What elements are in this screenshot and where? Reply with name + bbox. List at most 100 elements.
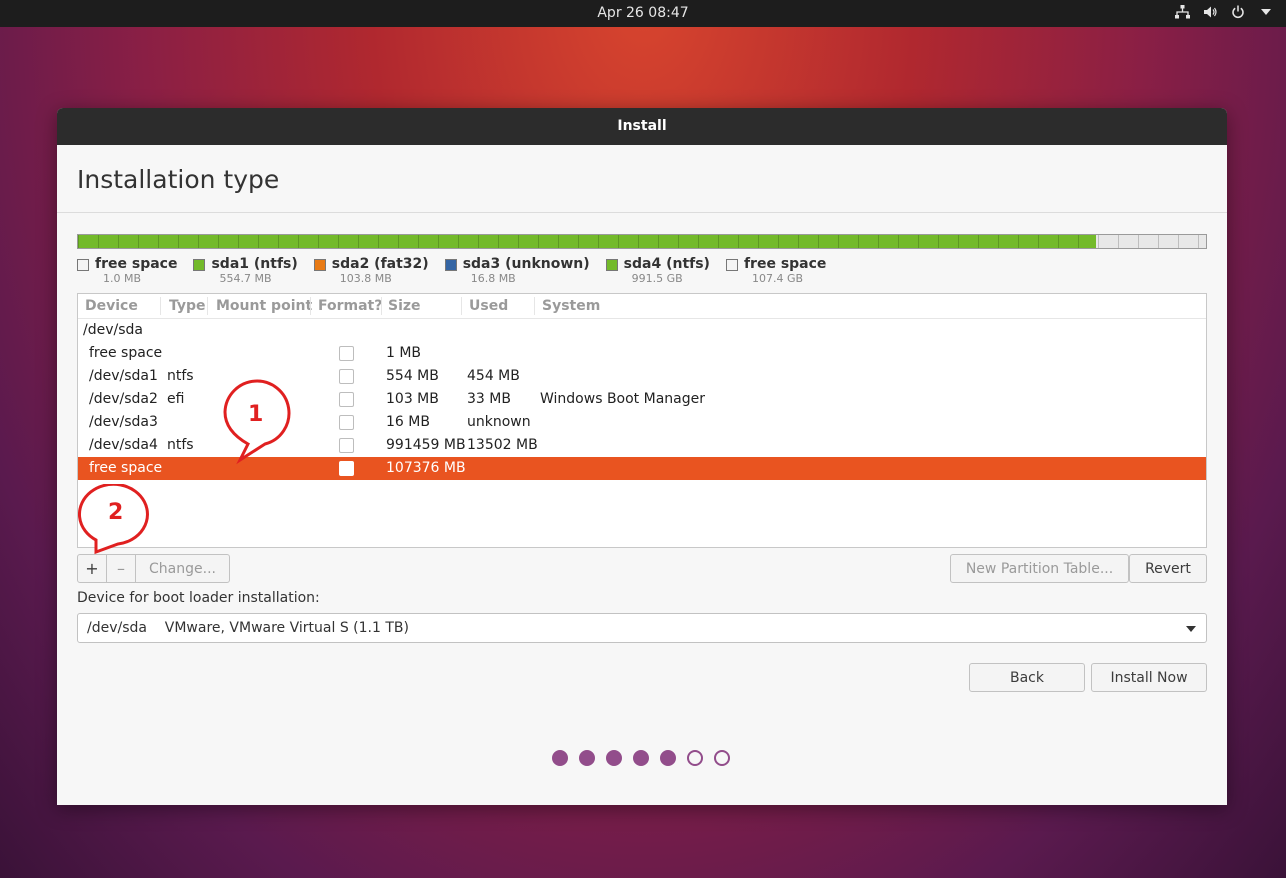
cell-device: free space — [89, 460, 163, 476]
back-button[interactable]: Back — [969, 663, 1085, 692]
system-tray[interactable] — [1174, 4, 1274, 20]
change-partition-button[interactable]: Change... — [135, 554, 230, 583]
cell-type: efi — [167, 391, 185, 407]
cell-system: Windows Boot Manager — [540, 391, 705, 407]
progress-dot — [579, 750, 595, 766]
cell-used: 13502 MB — [467, 437, 538, 453]
cell-type: ntfs — [167, 368, 194, 384]
legend-size: 1.0 MB — [103, 272, 142, 285]
dropdown-arrow-icon — [1186, 626, 1196, 632]
window-title: Install — [57, 108, 1227, 145]
column-separator — [160, 297, 161, 315]
legend-swatch — [313, 259, 326, 271]
legend-size: 107.4 GB — [751, 272, 804, 285]
bootloader-device-select[interactable]: /dev/sda VMware, VMware Virtual S (1.1 T… — [77, 613, 1207, 643]
revert-button[interactable]: Revert — [1129, 554, 1207, 583]
cell-type: ntfs — [167, 437, 194, 453]
cell-used: 33 MB — [467, 391, 511, 407]
cell-device: /dev/sda3 — [89, 414, 158, 430]
legend-swatch — [444, 259, 457, 271]
cell-device: /dev/sda1 — [89, 368, 158, 384]
progress-dot — [633, 750, 649, 766]
legend-item: free space 1.0 MB — [77, 256, 177, 285]
col-device[interactable]: Device — [85, 298, 138, 314]
header: Installation type — [57, 145, 1227, 213]
remove-partition-button[interactable]: – — [106, 554, 136, 583]
volume-icon[interactable] — [1202, 4, 1218, 20]
legend-item: sda4 (ntfs) 991.5 GB — [605, 256, 710, 285]
legend-item: free space 107.4 GB — [725, 256, 827, 285]
cell-size: 103 MB — [386, 391, 439, 407]
group-device: /dev/sda — [83, 322, 143, 338]
annotation-number: 1 — [248, 402, 264, 427]
table-row[interactable]: free space 1 MB — [78, 342, 1206, 365]
disk-usage-bar — [77, 234, 1207, 249]
column-separator — [534, 297, 535, 315]
top-bar: Apr 26 08:47 — [0, 0, 1286, 27]
format-checkbox[interactable] — [339, 415, 354, 430]
bootloader-label: Device for boot loader installation: — [77, 590, 320, 606]
legend-size: 16.8 MB — [470, 272, 516, 285]
cell-used: 454 MB — [467, 368, 520, 384]
format-checkbox[interactable] — [339, 392, 354, 407]
cell-size: 554 MB — [386, 368, 439, 384]
format-checkbox[interactable] — [339, 438, 354, 453]
page-title: Installation type — [77, 165, 280, 194]
cell-device: free space — [89, 345, 163, 361]
progress-dot — [687, 750, 703, 766]
format-checkbox[interactable] — [339, 369, 354, 384]
progress-dots — [552, 750, 730, 766]
legend-size: 991.5 GB — [631, 272, 683, 285]
network-icon[interactable] — [1174, 4, 1190, 20]
col-system[interactable]: System — [542, 298, 600, 314]
cell-size: 16 MB — [386, 414, 430, 430]
legend-swatch — [605, 259, 618, 271]
cell-size: 1 MB — [386, 345, 422, 361]
legend-size: 103.8 MB — [339, 272, 392, 285]
legend-name: free space — [743, 256, 827, 272]
cell-size: 991459 MB — [386, 437, 466, 453]
legend-name: free space — [95, 256, 178, 272]
column-separator — [310, 297, 311, 315]
progress-dot — [660, 750, 676, 766]
cell-used: unknown — [467, 414, 531, 430]
progress-dot — [606, 750, 622, 766]
legend-size: 554.7 MB — [219, 272, 272, 285]
column-separator — [207, 297, 208, 315]
progress-dot — [552, 750, 568, 766]
format-checkbox[interactable] — [339, 461, 354, 476]
disk-bar-segment — [1096, 235, 1206, 248]
legend-name: sda3 (unknown) — [462, 256, 590, 272]
legend-name: sda2 (fat32) — [331, 256, 429, 272]
progress-dot — [714, 750, 730, 766]
col-mount-point[interactable]: Mount point — [216, 298, 312, 314]
legend-item: sda1 (ntfs) 554.7 MB — [193, 256, 298, 285]
column-separator — [381, 297, 382, 315]
legend-item: sda3 (unknown) 16.8 MB — [444, 256, 590, 285]
chevron-down-icon[interactable] — [1258, 4, 1274, 20]
power-icon[interactable] — [1230, 4, 1246, 20]
new-partition-table-button[interactable]: New Partition Table... — [950, 554, 1129, 583]
bootloader-value: /dev/sda VMware, VMware Virtual S (1.1 T… — [87, 620, 409, 636]
col-type[interactable]: Type — [169, 298, 206, 314]
cell-device: /dev/sda4 — [89, 437, 158, 453]
col-size[interactable]: Size — [388, 298, 421, 314]
legend-swatch — [725, 259, 738, 271]
col-used[interactable]: Used — [469, 298, 508, 314]
legend-swatch — [77, 259, 89, 271]
clock[interactable]: Apr 26 08:47 — [0, 5, 1286, 21]
format-checkbox[interactable] — [339, 346, 354, 361]
cell-size: 107376 MB — [386, 460, 466, 476]
legend-name: sda4 (ntfs) — [623, 256, 710, 272]
col-format[interactable]: Format? — [318, 298, 382, 314]
cell-device: /dev/sda2 — [89, 391, 158, 407]
table-header: Device Type Mount point Format? Size Use… — [78, 294, 1206, 319]
add-partition-button[interactable]: + — [77, 554, 107, 583]
install-now-button[interactable]: Install Now — [1091, 663, 1207, 692]
legend-swatch — [193, 259, 206, 271]
disk-bar-segment — [78, 235, 1097, 248]
annotation-number: 2 — [108, 500, 124, 525]
disk-legend: free space 1.0 MB sda1 (ntfs) 554.7 MB sda… — [77, 256, 826, 285]
table-row-group[interactable]: /dev/sda — [78, 319, 1206, 342]
legend-item: sda2 (fat32) 103.8 MB — [313, 256, 429, 285]
